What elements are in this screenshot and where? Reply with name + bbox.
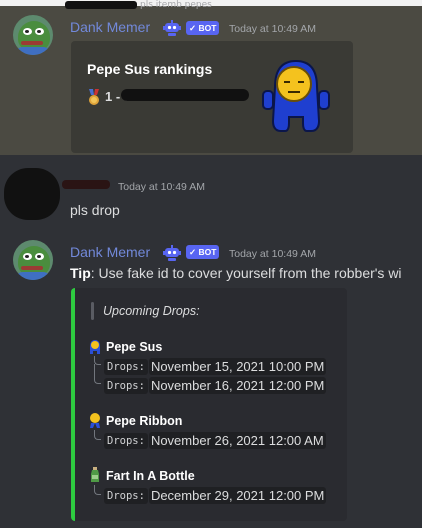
- pepe-ribbon-icon: [90, 413, 100, 428]
- message-text: pls drop: [70, 202, 120, 218]
- medal-icon: [89, 89, 99, 105]
- tip-label: Tip: [70, 265, 91, 281]
- embed-title: Pepe Sus rankings: [87, 61, 213, 77]
- reply-preview[interactable]: pls itemb pepes: [140, 0, 212, 10]
- tree-connector: [94, 430, 101, 440]
- tip-text: Tip: Use fake id to cover yourself from …: [70, 265, 402, 281]
- quote-text: Upcoming Drops:: [103, 304, 200, 318]
- drop-row: Drops: November 26, 2021 12:00 AM: [104, 432, 326, 449]
- tree-connector: [94, 485, 101, 495]
- blockquote-bar: [91, 302, 94, 320]
- bottle-icon: [91, 467, 99, 482]
- author-name[interactable]: Dank Memer: [70, 244, 150, 260]
- rankings-embed: Pepe Sus rankings 1 - 5: [71, 41, 353, 153]
- redaction-mark: [62, 180, 110, 189]
- redaction-mark: [121, 89, 249, 101]
- pepe-sus-image: [262, 59, 330, 132]
- timestamp[interactable]: Today at 10:49 AM: [229, 23, 316, 35]
- avatar[interactable]: [13, 15, 53, 55]
- redaction-mark: [65, 1, 137, 9]
- bot-badge: ✓ BOT: [186, 21, 220, 35]
- avatar[interactable]: [13, 240, 53, 280]
- drop-row: Drops: December 29, 2021 12:00 PM: [104, 487, 327, 504]
- author-name[interactable]: Dank Memer: [70, 19, 150, 35]
- bot-badge: ✓ BOT: [186, 245, 220, 259]
- drops-embed: Upcoming Drops: Pepe Sus Drops: November …: [71, 288, 347, 521]
- timestamp[interactable]: Today at 10:49 AM: [118, 181, 205, 193]
- tree-connector: [94, 364, 101, 384]
- robot-icon: [163, 245, 181, 261]
- drop-row: Drops: November 16, 2021 12:00 PM: [104, 377, 327, 394]
- pepe-sus-icon: [90, 340, 100, 354]
- avatar[interactable]: [4, 168, 60, 220]
- drop-name: Pepe Sus: [106, 340, 163, 354]
- drop-name: Fart In A Bottle: [106, 469, 195, 483]
- drop-row: Drops: November 15, 2021 10:00 PM: [104, 358, 327, 375]
- robot-icon: [163, 20, 181, 36]
- timestamp[interactable]: Today at 10:49 AM: [229, 248, 316, 260]
- drop-name: Pepe Ribbon: [106, 414, 183, 428]
